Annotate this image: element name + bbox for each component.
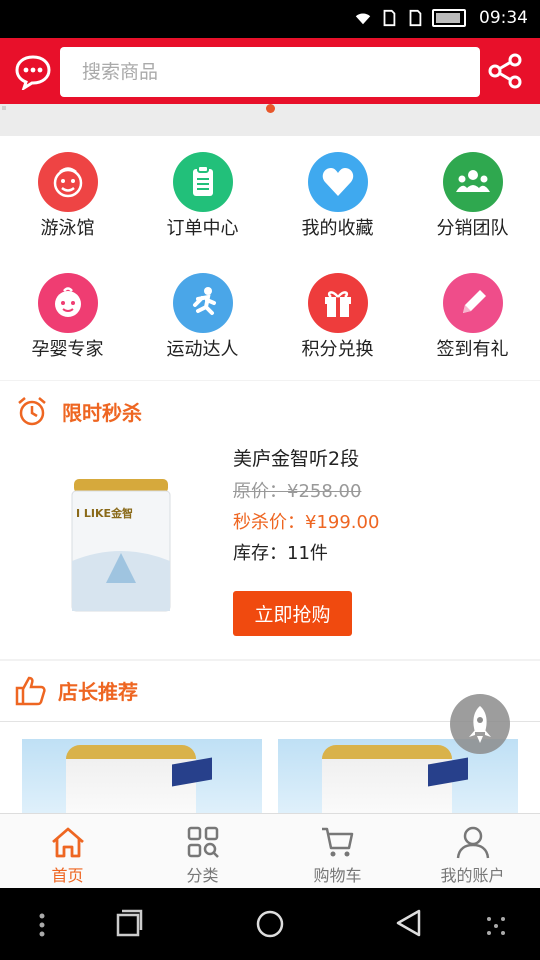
- banner-carousel[interactable]: [0, 104, 540, 136]
- menu-label: 分销团队: [436, 218, 509, 239]
- bottom-tab-bar: 首页 分类 购物车 我的账户: [0, 813, 540, 889]
- menu-label: 运动达人: [166, 339, 239, 360]
- flash-sale-title: 限时秒杀: [62, 400, 142, 425]
- home-button-icon[interactable]: [254, 908, 286, 940]
- team-icon: [443, 152, 503, 212]
- status-time: 09:34: [479, 8, 528, 28]
- menu-label: 订单中心: [166, 218, 239, 239]
- back-icon[interactable]: [394, 908, 424, 938]
- sale-price: 秒杀价：¥199.00: [233, 512, 380, 533]
- recent-apps-icon[interactable]: [114, 908, 144, 938]
- gift-icon: [308, 273, 368, 333]
- tab-label: 我的账户: [440, 866, 505, 885]
- clipboard-icon: [173, 152, 233, 212]
- search-input[interactable]: [60, 47, 480, 97]
- original-price: 原价：¥258.00: [233, 481, 362, 502]
- runner-icon: [173, 273, 233, 333]
- tab-cart[interactable]: 购物车: [270, 814, 405, 889]
- banner-placeholder: [2, 106, 6, 110]
- menu-grid: 游泳馆 订单中心 我的收藏 分销团队 孕婴专家 运动达人 积分兑换 签到有礼: [0, 136, 540, 380]
- user-icon: [456, 826, 490, 859]
- menu-item-sports[interactable]: 运动达人: [135, 257, 270, 377]
- alarm-clock-icon: [18, 397, 46, 426]
- system-navigation-bar: [0, 888, 540, 960]
- product-name[interactable]: 美庐金智听2段: [233, 444, 359, 471]
- menu-item-points-exchange[interactable]: 积分兑换: [270, 257, 405, 377]
- sim-card-icon: [409, 9, 422, 27]
- flash-sale-section: 限时秒杀 I LIKE金智 美庐金智听2段 原价：¥258.00 秒杀价：¥19…: [0, 381, 540, 659]
- share-icon[interactable]: [486, 52, 524, 90]
- heart-icon: [308, 152, 368, 212]
- tab-category[interactable]: 分类: [135, 814, 270, 889]
- pencil-icon: [443, 273, 503, 333]
- status-icons: [354, 9, 466, 27]
- recommend-title: 店长推荐: [58, 679, 138, 704]
- menu-label: 孕婴专家: [31, 339, 104, 360]
- menu-label: 签到有礼: [436, 339, 509, 360]
- battery-icon: [432, 9, 466, 27]
- tab-label: 购物车: [313, 866, 362, 885]
- menu-label: 我的收藏: [301, 218, 374, 239]
- menu-item-orders[interactable]: 订单中心: [135, 136, 270, 256]
- stock-count: 库存：11件: [233, 543, 328, 564]
- menu-item-distribution-team[interactable]: 分销团队: [405, 136, 540, 256]
- search-box[interactable]: [60, 47, 480, 97]
- status-bar: 09:34: [0, 0, 540, 38]
- recommend-header: 店长推荐: [14, 673, 138, 707]
- flash-sale-header: 限时秒杀: [16, 395, 142, 427]
- home-icon: [52, 827, 84, 858]
- tab-label: 分类: [186, 866, 219, 885]
- tab-home[interactable]: 首页: [0, 814, 135, 889]
- menu-label: 积分兑换: [301, 339, 374, 360]
- recommend-product-card[interactable]: [22, 739, 262, 813]
- baby-face-icon: [38, 273, 98, 333]
- message-icon[interactable]: [14, 54, 52, 90]
- category-icon: [187, 826, 219, 858]
- menu-item-checkin[interactable]: 签到有礼: [405, 257, 540, 377]
- product-brand-text: I LIKE金智: [76, 506, 133, 520]
- cart-icon: [322, 827, 354, 857]
- rocket-icon: [469, 706, 491, 743]
- keyboard-dots-icon[interactable]: [484, 914, 508, 938]
- tab-label: 首页: [51, 866, 84, 885]
- carousel-indicator: [266, 104, 275, 113]
- buy-now-button[interactable]: 立即抢购: [233, 591, 352, 636]
- menu-label: 游泳馆: [40, 218, 95, 239]
- sim-card-icon: [383, 9, 396, 27]
- thumbs-up-icon: [15, 676, 46, 706]
- menu-dots-icon[interactable]: [36, 912, 48, 938]
- wifi-icon: [355, 13, 371, 25]
- product-image[interactable]: I LIKE金智: [66, 471, 176, 621]
- back-to-top-button[interactable]: [450, 694, 510, 754]
- tab-account[interactable]: 我的账户: [405, 814, 540, 889]
- header: [0, 38, 540, 104]
- menu-item-swimming[interactable]: 游泳馆: [0, 136, 135, 256]
- menu-item-favorites[interactable]: 我的收藏: [270, 136, 405, 256]
- menu-item-baby-expert[interactable]: 孕婴专家: [0, 257, 135, 377]
- swimmer-face-icon: [38, 152, 98, 212]
